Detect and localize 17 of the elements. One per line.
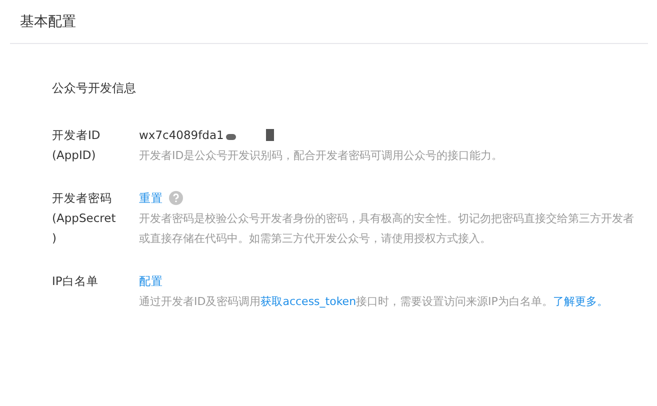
field-label: IP白名单: [52, 273, 100, 290]
field-description: 通过开发者ID及密码调用获取access_token接口时，需要设置访问来源IP为白名单。了解更多。: [139, 294, 609, 310]
field-label: (AppSecret: [52, 210, 117, 227]
action-link[interactable]: 重置: [139, 188, 163, 208]
field-description: 开发者ID是公众号开发识别码，配合开发者密码可调用公众号的接口能力。: [139, 148, 504, 164]
inline-link[interactable]: 获取access_token: [260, 295, 356, 308]
field-label: 开发者密码: [52, 190, 113, 207]
field-description: 开发者密码是校验公众号开发者身份的密码，具有极高的安全性。切记勿把密码直接交给第三方开发者或直接存储在代码中。如需第三方代开发公众号，请使用授权方式接入。: [139, 211, 635, 247]
action-link[interactable]: 配置: [139, 271, 163, 291]
page-title: 基本配置: [20, 13, 77, 32]
field-label: (AppID): [52, 147, 97, 164]
field-label: 开发者ID: [52, 127, 102, 144]
field-value: wx7c4089fda1: [139, 127, 224, 144]
help-icon[interactable]: [169, 191, 183, 205]
inline-link[interactable]: 了解更多。: [552, 295, 608, 308]
section-title: 公众号开发信息: [51, 80, 137, 97]
field-label: ): [52, 230, 58, 247]
